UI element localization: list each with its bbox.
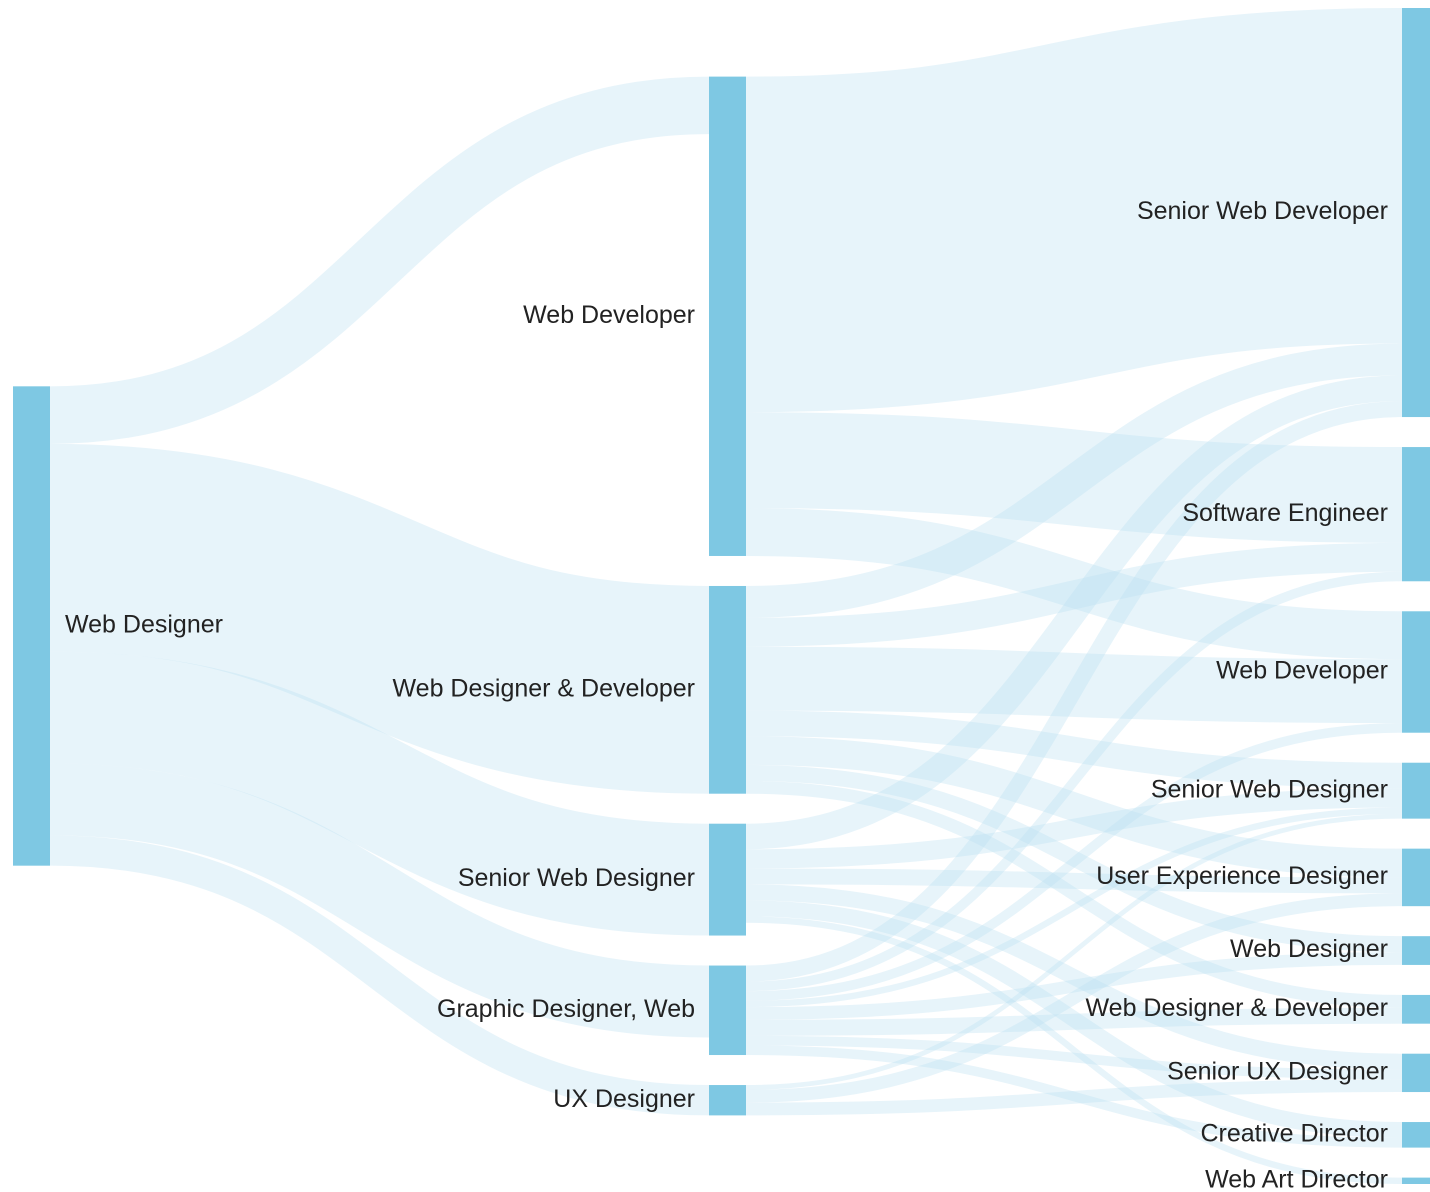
- node-label-uxd2: User Experience Designer: [1096, 862, 1388, 890]
- node-label-wdev2: Web Developer: [1216, 657, 1388, 685]
- node-label-wdd1: Web Designer & Developer: [393, 674, 695, 702]
- node-label-cd2: Creative Director: [1200, 1119, 1388, 1147]
- node-label-wd0: Web Designer: [65, 611, 223, 639]
- node-label-wdev1: Web Developer: [523, 301, 695, 329]
- node-wdd2[interactable]: [1402, 994, 1430, 1024]
- node-wd0[interactable]: [13, 386, 50, 866]
- node-label-swdev2: Senior Web Developer: [1137, 197, 1388, 225]
- node-uxd2[interactable]: [1402, 848, 1430, 907]
- node-gdw1[interactable]: [709, 965, 746, 1056]
- node-cd2[interactable]: [1402, 1122, 1430, 1148]
- node-swd1[interactable]: [709, 823, 746, 936]
- node-label-wad2: Web Art Director: [1205, 1165, 1388, 1192]
- node-ux1[interactable]: [709, 1085, 746, 1116]
- career-path-sankey-diagram: Web Designer Web Developer Web Designer & …: [13, 8, 1430, 1192]
- node-label-swd1: Senior Web Designer: [458, 864, 695, 892]
- node-wdev1[interactable]: [709, 76, 746, 556]
- node-wd2[interactable]: [1402, 936, 1430, 965]
- node-wdd1[interactable]: [709, 585, 746, 794]
- node-wdev2[interactable]: [1402, 611, 1430, 733]
- node-label-wd2: Web Designer: [1230, 935, 1388, 963]
- link-wd0-to-wdev1: [49, 76, 710, 444]
- node-sux2[interactable]: [1402, 1053, 1430, 1093]
- node-label-wdd2: Web Designer & Developer: [1086, 994, 1388, 1022]
- node-swd2[interactable]: [1402, 762, 1430, 819]
- node-swdev2[interactable]: [1402, 8, 1430, 418]
- node-wad2[interactable]: [1402, 1177, 1430, 1184]
- node-label-gdw1: Graphic Designer, Web: [437, 995, 695, 1023]
- node-se2[interactable]: [1402, 447, 1430, 582]
- node-label-ux1: UX Designer: [553, 1085, 695, 1113]
- node-label-se2: Software Engineer: [1182, 499, 1388, 527]
- node-label-sux2: Senior UX Designer: [1167, 1057, 1388, 1085]
- node-label-swd2: Senior Web Designer: [1151, 775, 1388, 803]
